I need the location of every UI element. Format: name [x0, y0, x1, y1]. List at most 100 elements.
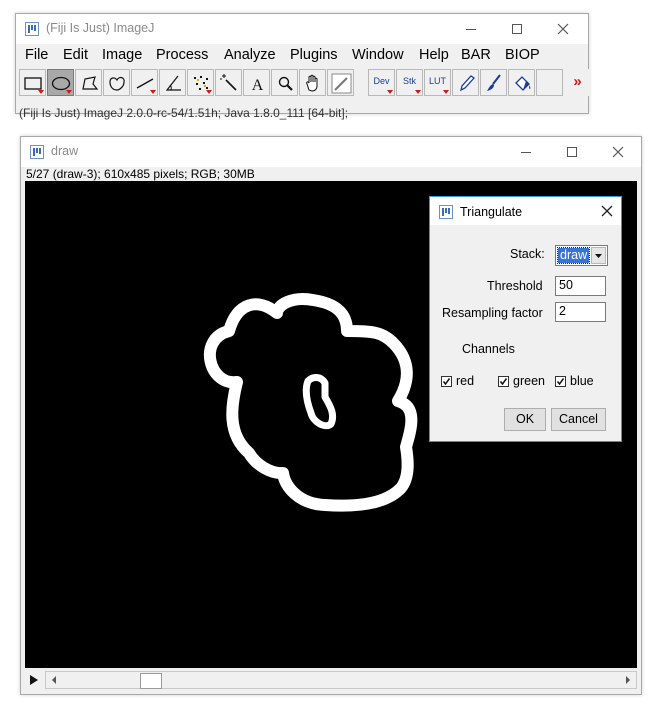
more-tools-button[interactable]: »	[564, 69, 591, 96]
text-icon: A	[252, 77, 264, 94]
maximize-icon	[512, 24, 522, 34]
threshold-label: Threshold	[487, 279, 543, 293]
arrow-right-icon	[626, 676, 630, 684]
polygon-tool[interactable]	[75, 69, 102, 96]
checkmark-icon	[442, 378, 451, 386]
channel-blue-checkbox[interactable]	[555, 376, 566, 387]
close-icon	[557, 23, 569, 35]
main-titlebar[interactable]: (Fiji Is Just) ImageJ	[16, 14, 588, 44]
svg-text:A: A	[252, 77, 264, 94]
maximize-button[interactable]	[494, 14, 540, 44]
rectangle-tool-menu-indicator	[38, 90, 44, 94]
wand-tool[interactable]	[215, 69, 242, 96]
lut-tool-label: LUT	[428, 76, 446, 86]
zoom-tool[interactable]	[271, 69, 298, 96]
minimize-button[interactable]	[448, 14, 494, 44]
channel-red-label[interactable]: red	[456, 374, 474, 388]
color-picker-tool[interactable]	[327, 69, 354, 96]
dialog-close-button[interactable]	[599, 203, 615, 219]
text-tool[interactable]: A	[243, 69, 270, 96]
close-button[interactable]	[540, 14, 586, 44]
channel-green-checkbox[interactable]	[498, 376, 509, 387]
fiji-image-icon	[30, 145, 44, 159]
rectangle-tool[interactable]	[19, 69, 46, 96]
dev-tool[interactable]: Dev	[368, 69, 395, 96]
image-titlebar[interactable]: draw	[21, 137, 641, 167]
angle-tool[interactable]	[159, 69, 186, 96]
fiji-dialog-icon	[439, 205, 453, 219]
channel-green-label[interactable]: green	[513, 374, 545, 388]
channels-heading: Channels	[462, 342, 515, 356]
checkmark-icon	[499, 378, 508, 386]
angle-icon	[165, 75, 181, 91]
minimize-icon	[521, 152, 531, 153]
image-maximize-button[interactable]	[549, 137, 595, 167]
paint-bucket-icon	[515, 76, 531, 91]
dropper-icon	[331, 73, 352, 94]
lut-tool[interactable]: LUT	[424, 69, 451, 96]
menu-process[interactable]: Process	[156, 47, 208, 63]
maximize-icon	[567, 147, 577, 157]
ok-button[interactable]: OK	[504, 408, 546, 431]
image-close-button[interactable]	[595, 137, 641, 167]
image-info-text: 5/27 (draw-3); 610x485 pixels; RGB; 30MB	[26, 167, 255, 181]
menu-biop[interactable]: BIOP	[505, 47, 540, 63]
point-tool[interactable]	[187, 69, 214, 96]
dev-tool-menu-indicator	[387, 90, 393, 94]
menu-image[interactable]: Image	[102, 47, 142, 63]
line-tool[interactable]	[131, 69, 158, 96]
oval-tool[interactable]	[47, 69, 74, 96]
arrow-left-icon	[52, 676, 56, 684]
triangulate-dialog: Triangulate Stack: draw Threshold 50 Res…	[429, 196, 622, 442]
menu-bar[interactable]: BAR	[461, 47, 491, 63]
imagej-main-window: (Fiji Is Just) ImageJ File Edit Image Pr…	[15, 13, 591, 120]
menu-edit[interactable]: Edit	[63, 47, 88, 63]
play-icon	[30, 675, 38, 685]
dialog-titlebar[interactable]: Triangulate	[430, 197, 621, 225]
stack-select[interactable]: draw	[555, 245, 608, 266]
paintbrush-icon	[487, 74, 501, 91]
pencil-tool[interactable]	[452, 69, 479, 96]
empty-tool-slot[interactable]	[536, 69, 563, 96]
menu-file[interactable]: File	[25, 47, 48, 63]
brush-tool[interactable]	[480, 69, 507, 96]
oval-tool-menu-indicator	[66, 90, 72, 94]
pencil-icon	[460, 75, 475, 92]
close-icon	[601, 205, 613, 217]
hand-tool[interactable]	[299, 69, 326, 96]
menu-window[interactable]: Window	[352, 47, 404, 63]
fiji-app-icon	[25, 22, 39, 36]
minimize-icon	[466, 29, 476, 30]
freehand-icon	[109, 76, 125, 91]
status-bar-text: (Fiji Is Just) ImageJ 2.0.0-rc-54/1.51h;…	[19, 106, 349, 120]
stk-tool-label: Stk	[402, 76, 416, 86]
slice-scrollbar[interactable]	[45, 671, 637, 689]
stk-tool[interactable]: Stk	[396, 69, 423, 96]
flood-fill-tool[interactable]	[508, 69, 535, 96]
image-window-title: draw	[51, 144, 79, 158]
stk-tool-menu-indicator	[415, 90, 421, 94]
stack-select-dropdown-button[interactable]	[591, 247, 606, 264]
resampling-factor-label: Resampling factor	[442, 306, 543, 320]
menu-help[interactable]: Help	[419, 47, 449, 63]
freehand-tool[interactable]	[103, 69, 130, 96]
dev-tool-label: Dev	[373, 76, 390, 86]
scroll-left-arrow[interactable]	[46, 672, 62, 688]
line-tool-menu-indicator	[150, 90, 156, 94]
threshold-input[interactable]: 50	[555, 276, 606, 296]
checkmark-icon	[556, 378, 565, 386]
image-minimize-button[interactable]	[503, 137, 549, 167]
close-icon	[612, 146, 624, 158]
cancel-button[interactable]: Cancel	[551, 408, 606, 431]
menu-analyze[interactable]: Analyze	[224, 47, 276, 63]
stack-label: Stack:	[510, 247, 545, 261]
menubar: File Edit Image Process Analyze Plugins …	[16, 45, 588, 67]
resampling-factor-input[interactable]: 2	[555, 302, 606, 322]
stack-animation-play-button[interactable]	[25, 671, 43, 689]
channel-blue-label[interactable]: blue	[570, 374, 594, 388]
more-tools-chevron-icon: »	[573, 73, 582, 90]
channel-red-checkbox[interactable]	[441, 376, 452, 387]
menu-plugins[interactable]: Plugins	[290, 47, 338, 63]
scroll-thumb[interactable]	[140, 673, 162, 689]
scroll-right-arrow[interactable]	[620, 672, 636, 688]
